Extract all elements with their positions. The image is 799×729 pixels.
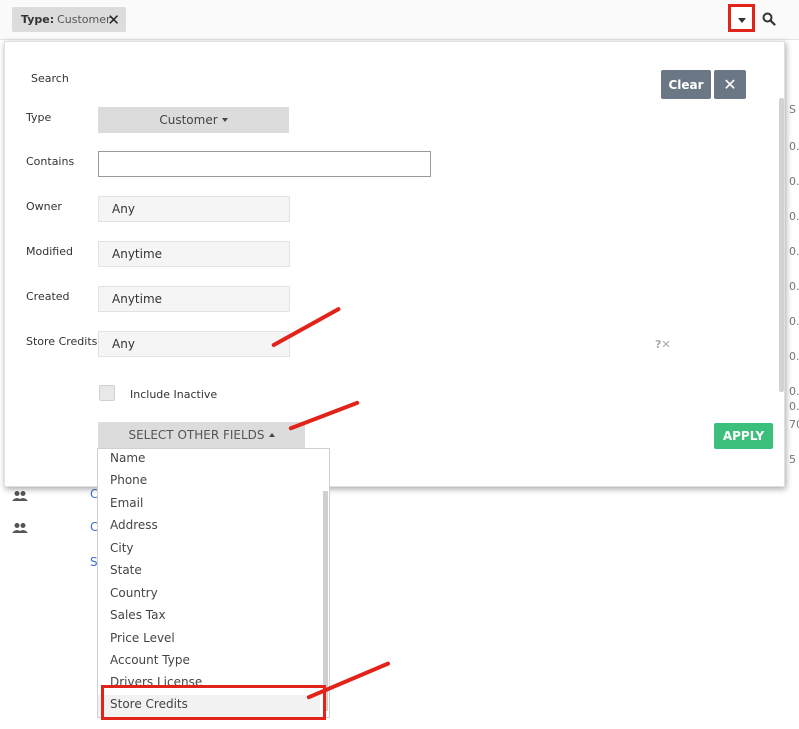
- apply-button[interactable]: APPLY: [714, 423, 773, 449]
- contains-label: Contains: [26, 155, 75, 168]
- type-dropdown[interactable]: Customer: [98, 107, 289, 133]
- owner-select[interactable]: Any: [98, 196, 290, 222]
- toggle-search-panel-button[interactable]: [728, 4, 755, 32]
- dropdown-item-address[interactable]: Address: [98, 516, 320, 538]
- dropdown-item-sales-tax[interactable]: Sales Tax: [98, 606, 320, 628]
- search-panel: Search Clear ✕ Type Customer Contains Ow…: [4, 41, 785, 487]
- clear-button[interactable]: Clear: [661, 70, 711, 99]
- users-icon: [12, 491, 28, 501]
- owner-label: Owner: [26, 200, 62, 213]
- created-select[interactable]: Anytime: [98, 286, 290, 312]
- background-cell: 5: [789, 453, 796, 466]
- dropdown-item-email[interactable]: Email: [98, 494, 320, 516]
- dropdown-item-account-type[interactable]: Account Type: [98, 651, 320, 673]
- contains-input[interactable]: [98, 151, 431, 177]
- modified-label: Modified: [26, 245, 73, 258]
- chevron-down-icon: [738, 18, 746, 23]
- dropdown-item-store-credits[interactable]: Store Credits: [98, 695, 320, 717]
- dropdown-item-country[interactable]: Country: [98, 584, 320, 606]
- background-cell: 0.: [789, 210, 799, 223]
- dropdown-item-phone[interactable]: Phone: [98, 471, 320, 493]
- background-column-header: S: [789, 103, 796, 116]
- include-inactive-label: Include Inactive: [130, 388, 218, 401]
- select-other-fields-button[interactable]: SELECT OTHER FIELDS: [98, 422, 305, 448]
- background-cell: 0.: [789, 350, 799, 363]
- background-cell: 0.: [789, 400, 799, 413]
- dropdown-item-price-level[interactable]: Price Level: [98, 629, 320, 651]
- filter-bar: Type: Customer ✕: [0, 0, 799, 40]
- type-value: Customer: [159, 113, 218, 127]
- search-icon[interactable]: [762, 12, 776, 26]
- other-fields-dropdown: Name Phone Email Address City State Coun…: [97, 448, 330, 718]
- filter-chip-type[interactable]: Type: Customer ✕: [12, 7, 126, 32]
- background-cell: 0.: [789, 315, 799, 328]
- help-remove-icons[interactable]: ?✕: [655, 338, 671, 351]
- dropdown-item-city[interactable]: City: [98, 539, 320, 561]
- type-label: Type: [26, 111, 52, 124]
- created-label: Created: [26, 290, 70, 303]
- store-credits-label: Store Credits: [26, 335, 98, 348]
- background-cell: 0.: [789, 140, 799, 153]
- background-cell: 0.: [789, 385, 799, 398]
- background-cell: 70: [789, 418, 799, 431]
- filter-chip-label: Type:: [21, 13, 55, 26]
- panel-title: Search: [31, 72, 69, 85]
- background-cell: 0.: [789, 245, 799, 258]
- include-inactive-checkbox[interactable]: [99, 385, 115, 401]
- store-credits-select[interactable]: Any: [98, 331, 290, 357]
- dropdown-scrollbar[interactable]: [323, 491, 328, 711]
- dropdown-item-name[interactable]: Name: [98, 449, 320, 471]
- modified-select[interactable]: Anytime: [98, 241, 290, 267]
- filter-chip-value: Customer: [57, 13, 111, 26]
- dropdown-item-state[interactable]: State: [98, 561, 320, 583]
- panel-scrollbar[interactable]: [779, 98, 784, 392]
- background-cell: 0.: [789, 175, 799, 188]
- users-icon: [12, 523, 28, 533]
- remove-filter-icon[interactable]: ✕: [107, 11, 120, 29]
- dropdown-item-drivers-license[interactable]: Drivers License: [98, 673, 320, 695]
- background-cell: 0.: [789, 280, 799, 293]
- select-other-fields-label: SELECT OTHER FIELDS: [128, 428, 265, 442]
- caret-up-icon: [268, 433, 275, 437]
- caret-down-icon: [221, 118, 228, 122]
- close-button[interactable]: ✕: [714, 70, 746, 99]
